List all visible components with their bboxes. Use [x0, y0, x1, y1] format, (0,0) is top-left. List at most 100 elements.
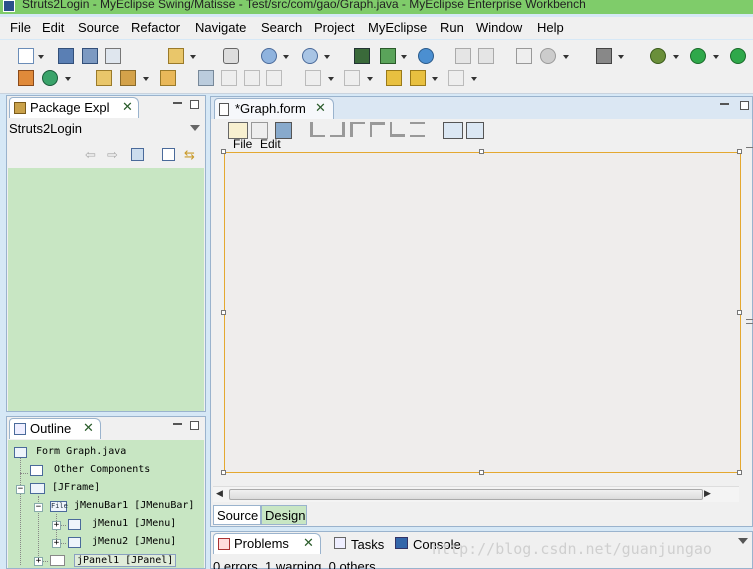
new-class-icon[interactable]: [42, 70, 58, 86]
center-vertically-icon[interactable]: [410, 122, 425, 137]
minimize-icon[interactable]: [173, 423, 182, 425]
globe-dropdown-icon[interactable]: [563, 55, 569, 59]
run-icon[interactable]: [690, 48, 706, 64]
maximize-icon[interactable]: [190, 421, 199, 430]
resize-vertical-icon[interactable]: [466, 122, 484, 139]
scroll-left-icon[interactable]: ◀: [216, 489, 223, 499]
align-top-icon[interactable]: [370, 122, 385, 137]
design-canvas[interactable]: [224, 152, 741, 473]
forward-nav-icon[interactable]: ⇨: [107, 148, 118, 163]
new-project-icon[interactable]: [168, 48, 184, 64]
scroll-right-icon[interactable]: ▶: [704, 489, 711, 499]
view-menu-icon[interactable]: [738, 538, 748, 544]
package-explorer-content[interactable]: [8, 168, 204, 411]
pen-dropdown-icon[interactable]: [143, 77, 149, 81]
align-bottom-icon[interactable]: [390, 122, 405, 137]
menu-source[interactable]: Source: [78, 20, 119, 35]
run-server-dropdown-icon[interactable]: [401, 55, 407, 59]
forward-icon[interactable]: [448, 70, 464, 86]
center-horizontally-icon[interactable]: [350, 122, 365, 137]
tab-problems[interactable]: Problems ✕: [213, 533, 321, 554]
collapse-menubar-icon[interactable]: −: [34, 503, 43, 512]
browser-icon[interactable]: [418, 48, 434, 64]
deploy-icon[interactable]: [261, 48, 277, 64]
camera-icon[interactable]: [596, 48, 612, 64]
maximize-icon[interactable]: [190, 100, 199, 109]
debug-icon[interactable]: [650, 48, 666, 64]
server-icon[interactable]: [302, 48, 318, 64]
open-folder-icon[interactable]: [96, 70, 112, 86]
next-annotation-dropdown-icon[interactable]: [328, 77, 334, 81]
back-icon[interactable]: [410, 70, 426, 86]
run-server-icon[interactable]: [380, 48, 396, 64]
form-menu-file[interactable]: File: [233, 137, 252, 151]
last-edit-icon[interactable]: [386, 70, 402, 86]
minimize-icon[interactable]: [173, 102, 182, 104]
back-dropdown-icon[interactable]: [432, 77, 438, 81]
back-nav-icon[interactable]: ⇦: [85, 148, 96, 163]
folder-open-icon[interactable]: [160, 70, 176, 86]
maximize-icon[interactable]: [740, 101, 749, 110]
menu-file[interactable]: File: [10, 20, 31, 35]
globe-icon[interactable]: [540, 48, 556, 64]
resize-horizontal-icon[interactable]: [443, 122, 463, 139]
deploy-dropdown-icon[interactable]: [283, 55, 289, 59]
close-icon[interactable]: ✕: [315, 100, 326, 116]
tab-tasks[interactable]: Tasks: [351, 537, 384, 552]
resize-handle[interactable]: [737, 310, 742, 315]
forward-dropdown-icon[interactable]: [471, 77, 477, 81]
report-icon[interactable]: [516, 48, 532, 64]
resize-handle[interactable]: [221, 149, 226, 154]
open-resource-icon[interactable]: [478, 48, 494, 64]
close-icon[interactable]: ✕: [83, 420, 94, 436]
close-icon[interactable]: ✕: [122, 99, 133, 115]
view-menu-icon[interactable]: [190, 125, 200, 131]
expand-menu2-icon[interactable]: +: [52, 539, 61, 548]
tab-package-explorer[interactable]: Package Expl ✕: [9, 97, 139, 118]
link-editor-icon[interactable]: ⇆: [184, 148, 195, 163]
minimize-icon[interactable]: [720, 103, 729, 105]
tab-outline[interactable]: Outline ✕: [9, 418, 101, 439]
run-dropdown-icon[interactable]: [713, 55, 719, 59]
resize-handle[interactable]: [737, 149, 742, 154]
run-external-icon[interactable]: [730, 48, 746, 64]
menu-help[interactable]: Help: [537, 20, 564, 35]
collapse-all-icon[interactable]: [162, 148, 175, 161]
web-services-icon[interactable]: [354, 48, 370, 64]
jdk-icon[interactable]: [223, 48, 239, 64]
align-left-icon[interactable]: [310, 122, 325, 137]
tab-design[interactable]: Design: [261, 505, 307, 525]
menu-window[interactable]: Window: [476, 20, 522, 35]
collapse-frame-icon[interactable]: −: [16, 485, 25, 494]
menu-refactor[interactable]: Refactor: [131, 20, 180, 35]
camera-dropdown-icon[interactable]: [618, 55, 624, 59]
save-icon[interactable]: [58, 48, 74, 64]
menu-run[interactable]: Run: [440, 20, 464, 35]
next-annotation-icon[interactable]: [305, 70, 321, 86]
menu-project[interactable]: Project: [314, 20, 354, 35]
save-all-icon[interactable]: [82, 48, 98, 64]
prev-annotation-icon[interactable]: [344, 70, 360, 86]
resize-handle[interactable]: [479, 149, 484, 154]
resize-handle[interactable]: [737, 470, 742, 475]
tab-graph-form[interactable]: *Graph.form ✕: [214, 98, 334, 119]
new-dropdown-icon[interactable]: [38, 55, 44, 59]
pen-icon[interactable]: [120, 70, 136, 86]
align-right-icon[interactable]: [330, 122, 345, 137]
block-icon[interactable]: [244, 70, 260, 86]
form-menu-edit[interactable]: Edit: [260, 137, 281, 151]
close-icon[interactable]: ✕: [303, 535, 314, 551]
prev-annotation-dropdown-icon[interactable]: [367, 77, 373, 81]
build-icon[interactable]: [18, 70, 34, 86]
resize-handle[interactable]: [221, 310, 226, 315]
debug-dropdown-icon[interactable]: [673, 55, 679, 59]
scrollbar-thumb[interactable]: [229, 489, 703, 500]
brush-icon[interactable]: [221, 70, 237, 86]
new-class-dropdown-icon[interactable]: [65, 77, 71, 81]
tab-source[interactable]: Source: [213, 505, 261, 525]
menu-search[interactable]: Search: [261, 20, 302, 35]
open-type-icon[interactable]: [455, 48, 471, 64]
menu-edit[interactable]: Edit: [42, 20, 64, 35]
annotation-icon[interactable]: [198, 70, 214, 86]
expand-menu1-icon[interactable]: +: [52, 521, 61, 530]
